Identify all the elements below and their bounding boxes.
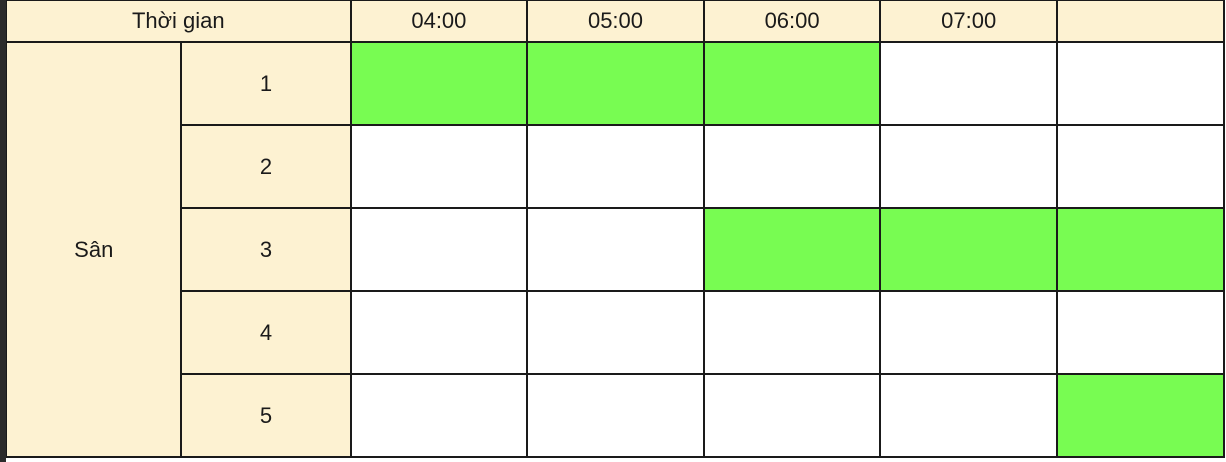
court-group-label: Sân xyxy=(6,41,183,458)
booked-slot[interactable] xyxy=(1056,373,1225,458)
header-row: Thời gian 04:00 05:00 06:00 07:00 xyxy=(6,0,1225,43)
available-slot[interactable] xyxy=(1056,290,1225,375)
available-slot[interactable] xyxy=(702,124,882,209)
court-row-5: 5 xyxy=(6,373,1225,458)
hour-header: 05:00 xyxy=(526,0,705,43)
available-slot[interactable] xyxy=(879,124,1059,209)
available-slot[interactable] xyxy=(349,124,529,209)
available-slot[interactable] xyxy=(349,290,529,375)
time-header: Thời gian xyxy=(6,0,352,43)
hour-header: 04:00 xyxy=(349,0,529,43)
schedule-frame: Thời gian 04:00 05:00 06:00 07:00 Sân 1 2 3… xyxy=(6,0,1226,462)
available-slot[interactable] xyxy=(349,207,529,292)
available-slot[interactable] xyxy=(526,290,705,375)
hour-header: 07:00 xyxy=(879,0,1059,43)
booked-slot[interactable] xyxy=(1056,207,1225,292)
available-slot[interactable] xyxy=(702,373,882,458)
booked-slot[interactable] xyxy=(526,41,705,126)
court-row-4: 4 xyxy=(6,290,1225,375)
available-slot[interactable] xyxy=(879,373,1059,458)
available-slot[interactable] xyxy=(879,290,1059,375)
available-slot[interactable] xyxy=(349,373,529,458)
available-slot[interactable] xyxy=(526,124,705,209)
booked-slot[interactable] xyxy=(879,207,1059,292)
court-number: 2 xyxy=(180,124,352,209)
court-number: 5 xyxy=(180,373,352,458)
available-slot[interactable] xyxy=(1056,124,1225,209)
court-number: 1 xyxy=(180,41,352,126)
court-schedule-table: Thời gian 04:00 05:00 06:00 07:00 Sân 1 2 3… xyxy=(6,0,1225,458)
hour-header xyxy=(1056,0,1225,43)
available-slot[interactable] xyxy=(879,41,1059,126)
court-number: 3 xyxy=(180,207,352,292)
court-number: 4 xyxy=(180,290,352,375)
booked-slot[interactable] xyxy=(702,207,882,292)
court-row-3: 3 xyxy=(6,207,1225,292)
available-slot[interactable] xyxy=(702,290,882,375)
court-row-2: 2 xyxy=(6,124,1225,209)
available-slot[interactable] xyxy=(526,373,705,458)
available-slot[interactable] xyxy=(526,207,705,292)
booked-slot[interactable] xyxy=(702,41,882,126)
hour-header: 06:00 xyxy=(702,0,882,43)
available-slot[interactable] xyxy=(1056,41,1225,126)
court-row-1: Sân 1 xyxy=(6,41,1225,458)
booked-slot[interactable] xyxy=(349,41,529,126)
